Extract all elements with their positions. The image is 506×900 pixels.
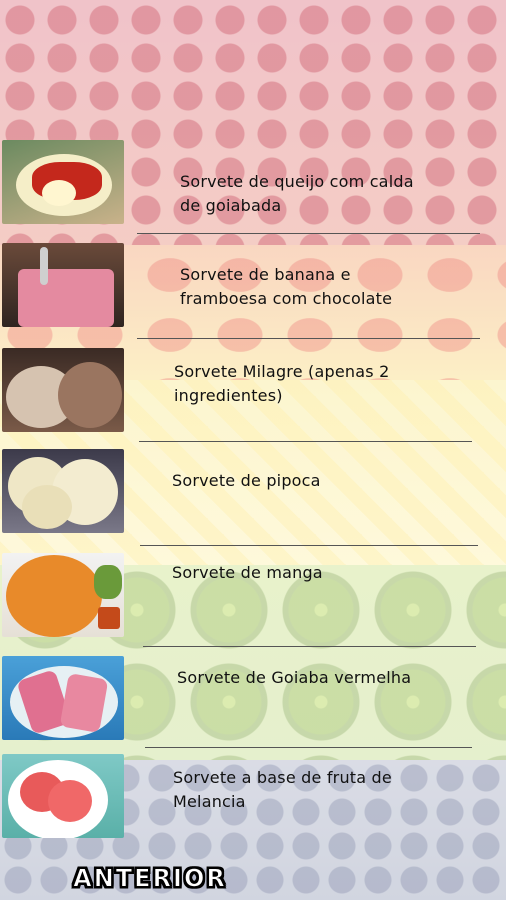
recipe-thumbnail: [2, 348, 124, 432]
divider: [145, 747, 472, 748]
recipe-thumbnail: [2, 553, 124, 637]
divider: [137, 233, 480, 234]
recipe-item-milagre[interactable]: Sorvete Milagre (apenas 2 ingredientes): [0, 348, 506, 432]
recipe-item-melancia[interactable]: Sorvete a base de fruta de Melancia: [0, 754, 506, 838]
recipe-title: Sorvete de queijo com calda de goiabada: [180, 172, 414, 215]
back-button[interactable]: ANTERIOR: [52, 860, 248, 896]
recipe-item-pipoca[interactable]: Sorvete de pipoca: [0, 449, 506, 533]
recipe-item-goiaba[interactable]: Sorvete de Goiaba vermelha: [0, 656, 506, 740]
divider: [137, 338, 480, 339]
recipe-thumbnail: [2, 140, 124, 224]
recipe-thumbnail: [2, 754, 124, 838]
recipe-title: Sorvete de manga: [172, 563, 323, 582]
divider: [139, 441, 472, 442]
divider: [143, 646, 476, 647]
recipe-title: Sorvete de banana e framboesa com chocola…: [180, 265, 393, 308]
recipe-item-manga[interactable]: Sorvete de manga: [0, 553, 506, 637]
recipe-title: Sorvete de pipoca: [172, 471, 321, 490]
recipe-thumbnail: [2, 656, 124, 740]
recipe-thumbnail: [2, 449, 124, 533]
divider: [140, 545, 478, 546]
recipe-thumbnail: [2, 243, 124, 327]
recipe-title: Sorvete a base de fruta de Melancia: [173, 768, 392, 811]
back-button-label: ANTERIOR: [73, 863, 227, 893]
recipe-title: Sorvete de Goiaba vermelha: [177, 668, 412, 687]
recipe-title: Sorvete Milagre (apenas 2 ingredientes): [174, 362, 390, 405]
recipe-item-cheese[interactable]: Sorvete de queijo com calda de goiabada: [0, 140, 506, 224]
recipe-item-banana[interactable]: Sorvete de banana e framboesa com chocola…: [0, 243, 506, 327]
